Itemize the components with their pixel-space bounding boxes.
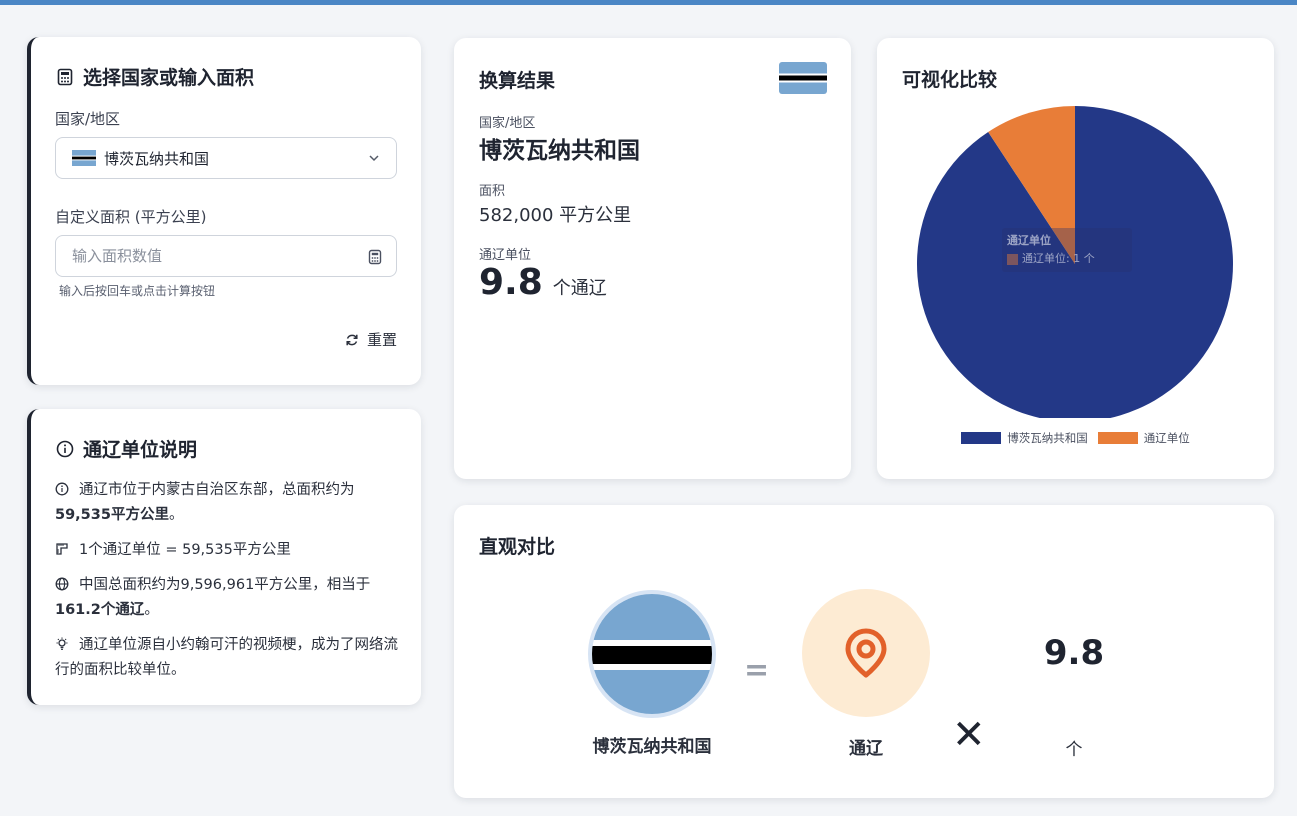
result-area-value: 582,000 平方公里 [479,205,632,226]
info-item2-text: 1个通辽单位 = 59,535平方公里 [79,542,291,558]
tongliao-circle [802,589,930,717]
selected-country-text: 博茨瓦纳共和国 [104,149,210,168]
legend-swatch-country [961,432,1002,444]
compare-card: 直观对比 博茨瓦纳共和国 = 通辽 ✕ 9.8 个 [454,505,1274,798]
info-small-icon [55,482,69,496]
info-item-unit: 1个通辽单位 = 59,535平方公里 [55,538,401,563]
selection-title-text: 选择国家或输入面积 [83,67,255,89]
info-item3-text: 中国总面积约为9,596,961平方公里，相当于 [79,577,371,593]
country-select[interactable]: 博茨瓦纳共和国 [55,137,397,179]
country-label: 国家/地区 [55,110,121,128]
calculator-icon [55,67,75,87]
compare-tongliao-label: 通辽 [849,739,883,759]
result-area-label: 面积 [479,184,506,199]
result-unit-label: 通辽单位 [479,248,532,263]
info-item-china: 中国总面积约为9,596,961平方公里，相当于 161.2个通辽。 [55,573,401,623]
compare-multiplier: 9.8 [1043,633,1105,673]
result-unit-suffix: 个通辽 [552,278,607,299]
info-card-title: 通辽单位说明 [55,435,197,462]
info-item1-tail: 。 [168,507,184,523]
area-label: 自定义面积 (平方公里) [55,208,207,226]
tooltip-row: 通辽单位: 1 个 [1007,250,1127,268]
pie-card: 可视化比较 通辽单位 通辽单位: 1 个 博茨瓦纳共和国 通辽单位 [877,38,1274,479]
botswana-flag-large-icon [592,594,712,714]
tooltip-swatch [1007,253,1018,265]
area-hint: 输入后按回车或点击计算按钮 [59,284,216,298]
reset-button[interactable]: 重置 [345,329,397,350]
map-pin-icon [845,628,887,678]
compare-unit: 个 [1065,740,1083,760]
chevron-down-icon [368,150,380,168]
info-title-text: 通辽单位说明 [83,439,198,461]
result-country-label: 国家/地区 [479,116,536,131]
chart-tooltip: 通辽单位 通辽单位: 1 个 [1002,228,1132,272]
selection-card: 选择国家或输入面积 国家/地区 博茨瓦纳共和国 自定义面积 (平方公里) 输入后… [27,37,421,385]
legend-label-country: 博茨瓦纳共和国 [1007,431,1088,445]
globe-icon [55,577,69,591]
info-item1-text: 通辽市位于内蒙古自治区东部，总面积约为 [79,482,355,498]
reset-label: 重置 [366,331,397,349]
result-card: 换算结果 国家/地区 博茨瓦纳共和国 面积 582,000 平方公里 通辽单位 … [454,38,851,479]
ruler-icon [55,542,69,556]
equals-sign: = [744,653,770,688]
pie-legend: 博茨瓦纳共和国 通辽单位 [877,430,1274,446]
calculate-icon[interactable] [368,249,382,269]
result-country-name: 博茨瓦纳共和国 [479,138,640,164]
botswana-flag-icon [72,150,96,166]
legend-label-tongliao: 通辽单位 [1143,431,1190,445]
info-icon [55,439,75,459]
result-unit-row: 9.8 个通辽 [479,262,607,303]
country-flag-circle [588,590,716,718]
top-accent-bar [0,0,1297,5]
refresh-icon [345,333,359,347]
legend-item-tongliao[interactable]: 通辽单位 [1097,430,1190,446]
info-card: 通辽单位说明 通辽市位于内蒙古自治区东部，总面积约为59,535平方公里。 1个… [27,409,421,705]
area-input-wrapper [55,235,397,277]
tooltip-text: 通辽单位: 1 个 [1022,252,1095,265]
legend-swatch-tongliao [1097,432,1138,444]
compare-country-name: 博茨瓦纳共和国 [592,737,712,757]
info-item3-tail: 。 [144,602,159,618]
times-icon: ✕ [952,712,986,758]
info-item-origin: 通辽单位源自小约翰可汗的视频梗，成为了网络流行的面积比较单位。 [55,633,401,683]
compare-card-title: 直观对比 [479,536,556,558]
info-item-location: 通辽市位于内蒙古自治区东部，总面积约为 59,535平方公里。 [55,478,401,528]
info-item1-bold: 59,535平方公里 [55,507,169,523]
tooltip-title: 通辽单位 [1007,234,1051,247]
result-card-title: 换算结果 [479,70,556,92]
botswana-flag-badge [779,62,827,94]
area-input[interactable] [72,247,352,265]
info-item3-bold: 161.2个通辽 [55,602,145,618]
info-item4-text: 通辽单位源自小约翰可汗的视频梗，成为了网络流行的面积比较单位。 [55,637,398,678]
result-unit-value: 9.8 [479,262,543,303]
lightbulb-icon [55,637,69,651]
selection-card-title: 选择国家或输入面积 [55,63,254,90]
legend-item-country[interactable]: 博茨瓦纳共和国 [961,430,1088,446]
